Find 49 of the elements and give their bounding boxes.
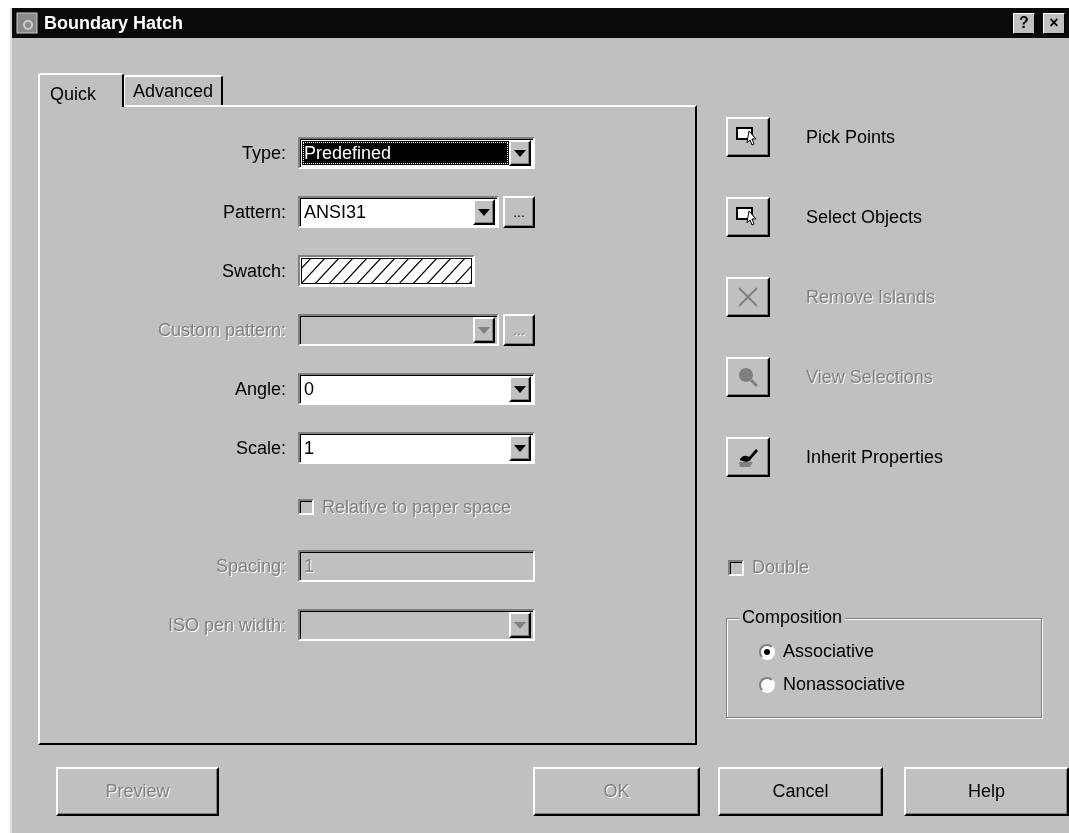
radio-label: Nonassociative bbox=[783, 674, 906, 695]
dropdown-arrow-icon bbox=[514, 149, 526, 157]
dropdown-arrow-icon bbox=[514, 385, 526, 393]
field-label: ISO pen width: bbox=[166, 614, 287, 636]
field-label: Pattern: bbox=[221, 201, 287, 223]
dropdown-arrow-icon bbox=[478, 326, 490, 334]
browse-button[interactable]: ... bbox=[503, 196, 535, 228]
tool-button[interactable] bbox=[726, 277, 770, 317]
field-label: Custom pattern: bbox=[156, 319, 287, 341]
radio-button[interactable] bbox=[759, 676, 775, 693]
close-button[interactable]: × bbox=[1043, 12, 1065, 34]
dialog-button[interactable]: Help bbox=[904, 767, 1069, 816]
tab[interactable]: Quick bbox=[38, 73, 124, 107]
radio-label: Associative bbox=[783, 641, 875, 662]
help-button[interactable]: ? bbox=[1013, 12, 1035, 34]
brush-icon bbox=[736, 446, 760, 468]
dropdown[interactable]: 1 bbox=[298, 432, 535, 464]
tool-button[interactable] bbox=[726, 117, 770, 157]
field-label: Swatch: bbox=[220, 260, 287, 282]
tool-button[interactable] bbox=[726, 357, 770, 397]
magnifier-icon bbox=[737, 366, 759, 388]
dropdown-arrow-icon bbox=[478, 208, 490, 216]
pick-points-icon bbox=[736, 126, 760, 148]
radio-button[interactable] bbox=[759, 643, 775, 660]
action-label: Pick Points bbox=[806, 126, 896, 148]
select-objects-icon bbox=[736, 206, 760, 228]
action-label: Select Objects bbox=[806, 206, 923, 228]
checkbox-label: Relative to paper space bbox=[322, 496, 512, 518]
dropdown[interactable]: Predefined bbox=[298, 137, 535, 169]
group-title: Composition bbox=[739, 607, 846, 628]
field-label: Type: bbox=[240, 142, 287, 164]
action-label: Remove Islands bbox=[806, 286, 936, 308]
dropdown-arrow-icon bbox=[514, 444, 526, 452]
tool-button[interactable] bbox=[726, 197, 770, 237]
cross-icon bbox=[737, 286, 759, 308]
tab[interactable]: Advanced bbox=[124, 75, 224, 105]
action-label: Inherit Properties bbox=[806, 446, 944, 468]
field-label: Spacing: bbox=[214, 555, 287, 577]
window-title: Boundary Hatch bbox=[44, 12, 185, 34]
dialog-button[interactable]: Cancel bbox=[718, 767, 883, 816]
checkbox-label: Double bbox=[752, 557, 810, 578]
field-label: Angle: bbox=[233, 378, 287, 400]
dropdown-arrow-icon bbox=[514, 621, 526, 629]
dropdown[interactable]: ANSI31 bbox=[298, 196, 499, 228]
tool-button[interactable] bbox=[726, 437, 770, 477]
field-label: Scale: bbox=[234, 437, 287, 459]
action-label: View Selections bbox=[806, 366, 933, 388]
dropdown[interactable]: 0 bbox=[298, 373, 535, 405]
app-icon bbox=[16, 12, 38, 34]
